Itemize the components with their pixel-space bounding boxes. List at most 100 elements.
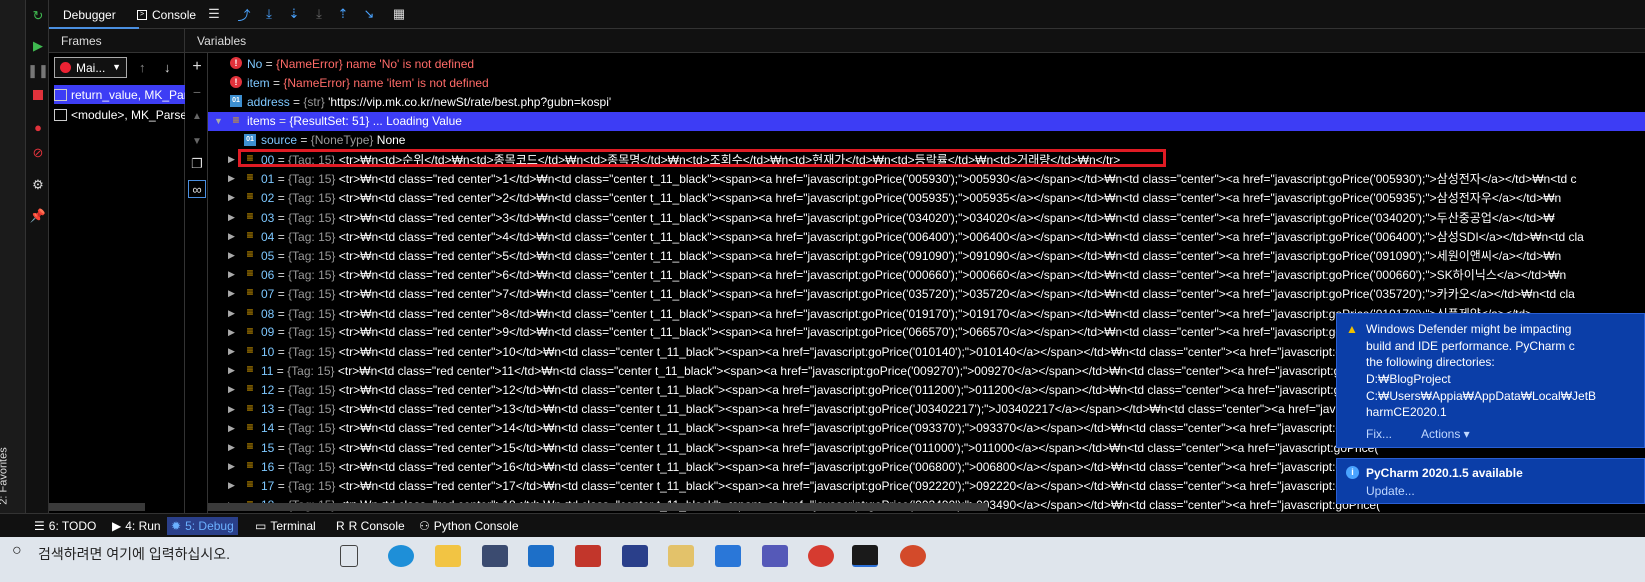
arrow-up-icon[interactable]: ↑ [139,60,146,75]
pause-icon[interactable]: ❚❚ [27,61,49,79]
console-icon: > [137,10,147,20]
chevron-right-icon[interactable]: ▶ [228,231,235,242]
mute-breakpoints-icon[interactable]: ⊘ [29,143,47,161]
variable-row[interactable]: ▶ ≡ 06 = {Tag: 15} <tr>₩n<td class="red ce… [208,265,1645,284]
variable-separator: = [275,114,290,129]
tab-console[interactable]: > Console [137,5,196,25]
store-icon[interactable] [482,545,508,567]
resume-icon[interactable]: ▶ [29,36,47,54]
step-into-icon[interactable]: ⇣ [284,4,304,24]
frames-panel: Mai... ▼ ↑ ↓ return_value, MK_Pars <modu… [49,53,185,513]
task-view-icon[interactable] [340,545,358,567]
list-icon: ≡ [246,170,254,185]
update-link[interactable]: Update... [1366,484,1415,498]
chevron-right-icon[interactable]: ▶ [228,442,235,453]
todo-app-icon[interactable] [715,545,741,567]
chevron-right-icon[interactable]: ▶ [228,192,235,203]
chevron-right-icon[interactable]: ▶ [228,423,235,434]
todo-tab[interactable]: ☰ 6: TODO [30,517,100,535]
step-into-my-code-icon[interactable]: ⤓ [309,4,329,24]
chevron-right-icon[interactable]: ▶ [228,346,235,357]
variables-header: Variables [185,29,1645,53]
file-explorer-icon[interactable] [435,545,461,567]
warning-icon: ▲ [1346,322,1358,336]
list-icon: ≡ [246,304,254,319]
r-console-tab[interactable]: RR Console [332,517,409,535]
add-watch-icon[interactable]: + [188,58,206,76]
taskbar-search-input[interactable]: 검색하려면 여기에 입력하십시오. [38,544,230,564]
variable-row[interactable]: 01 address = {str} 'https://vip.mk.co.kr/… [208,92,1645,111]
chevron-right-icon[interactable]: ▶ [228,404,235,415]
show-watches-icon[interactable]: ∞ [188,180,206,198]
chevron-down-icon[interactable]: ▼ [214,116,223,126]
chevron-right-icon[interactable]: ▶ [228,308,235,319]
variable-row[interactable]: ▶ ≡ 02 = {Tag: 15} <tr>₩n<td class="red ce… [208,188,1645,207]
tab-debugger[interactable]: Debugger [63,5,116,25]
terminal-tab[interactable]: ▭ Terminal [251,517,320,535]
variable-row[interactable]: ▶ ≡ 04 = {Tag: 15} <tr>₩n<td class="red ce… [208,227,1645,246]
show-execution-point-icon[interactable]: ⤴ [234,4,254,24]
menu-lines-icon[interactable]: ☰ [204,4,224,24]
run-to-cursor-icon[interactable]: ↘ [359,4,379,24]
powerpoint-icon[interactable] [900,545,926,567]
copy-icon[interactable]: ❐ [188,154,206,172]
python-console-tab[interactable]: ⚇ Python Console [415,517,523,535]
variable-name: 09 [261,325,275,340]
variable-name: 17 [261,478,275,493]
variable-row[interactable]: ▶ ≡ 07 = {Tag: 15} <tr>₩n<td class="red ce… [208,284,1645,303]
chevron-right-icon[interactable]: ▶ [228,173,235,184]
mail-icon[interactable] [528,545,554,567]
variable-row[interactable]: ▶ ≡ 05 = {Tag: 15} <tr>₩n<td class="red ce… [208,246,1645,265]
edge-icon[interactable] [388,545,414,567]
list-icon: ≡ [246,208,254,223]
chevron-right-icon[interactable]: ▶ [228,154,235,165]
variables-scrollbar[interactable] [208,503,988,511]
powershell-icon[interactable] [622,545,648,567]
chevron-right-icon[interactable]: ▶ [228,212,235,223]
variable-separator: = [269,75,284,90]
teams-icon[interactable] [762,545,788,567]
chevron-right-icon[interactable]: ▶ [228,288,235,299]
frame-item[interactable]: <module>, MK_Parse [54,105,185,124]
remove-watch-icon[interactable]: − [188,83,206,101]
chevron-right-icon[interactable]: ▶ [228,327,235,338]
variable-row[interactable]: ▶ ≡ 01 = {Tag: 15} <tr>₩n<td class="red ce… [208,169,1645,188]
thread-selector[interactable]: Mai... ▼ [54,57,127,78]
settings-icon[interactable]: ⚙ [29,175,47,193]
fix-link[interactable]: Fix... [1366,427,1392,441]
arrow-down-icon[interactable]: ↓ [164,60,171,75]
pycharm-icon[interactable] [852,545,878,567]
chevron-right-icon[interactable]: ▶ [228,461,235,472]
variable-row[interactable]: 01 source = {NoneType} None [208,131,1645,150]
run-tab[interactable]: ▶ 4: Run [108,517,165,535]
variable-value: <tr>₩n<td class="red center">5</td>₩n<td… [338,249,1562,263]
chrome-icon[interactable] [808,545,834,567]
frame-item[interactable]: return_value, MK_Pars [54,85,185,104]
move-up-icon[interactable]: ▲ [188,108,206,126]
chevron-right-icon[interactable]: ▶ [228,269,235,280]
frames-scrollbar[interactable] [49,503,145,511]
variable-row[interactable]: ▶ ≡ 03 = {Tag: 15} <tr>₩n<td class="red ce… [208,208,1645,227]
step-over-icon[interactable]: ⤓ [259,4,279,24]
app-icon[interactable] [575,545,601,567]
variable-row[interactable]: ! No = {NameError} name 'No' is not defin… [208,54,1645,73]
chevron-right-icon[interactable]: ▶ [228,384,235,395]
chevron-right-icon[interactable]: ▶ [228,250,235,261]
chevron-right-icon[interactable]: ▶ [228,480,235,491]
variable-row[interactable]: ! item = {NameError} name 'item' is not d… [208,73,1645,92]
variable-separator: = [274,287,289,302]
rerun-icon[interactable]: ↻ [29,6,47,24]
stop-icon[interactable] [29,86,47,104]
actions-link[interactable]: Actions ▾ [1421,427,1470,441]
notepad-icon[interactable] [668,545,694,567]
pin-icon[interactable]: 📌 [29,206,47,224]
step-out-icon[interactable]: ⇡ [333,4,353,24]
chevron-right-icon[interactable]: ▶ [228,365,235,376]
evaluate-expression-icon[interactable]: ▦ [389,4,409,24]
variable-value: name 'item' is not defined [353,75,489,90]
debug-tab[interactable]: ✹ 5: Debug [167,517,238,535]
error-icon: ! [230,57,242,69]
view-breakpoints-icon[interactable]: ● [29,118,47,136]
move-down-icon[interactable]: ▼ [188,133,206,151]
variable-row[interactable]: ▼ ≡ items = {ResultSet: 51} ... Loading Va… [208,111,1645,131]
